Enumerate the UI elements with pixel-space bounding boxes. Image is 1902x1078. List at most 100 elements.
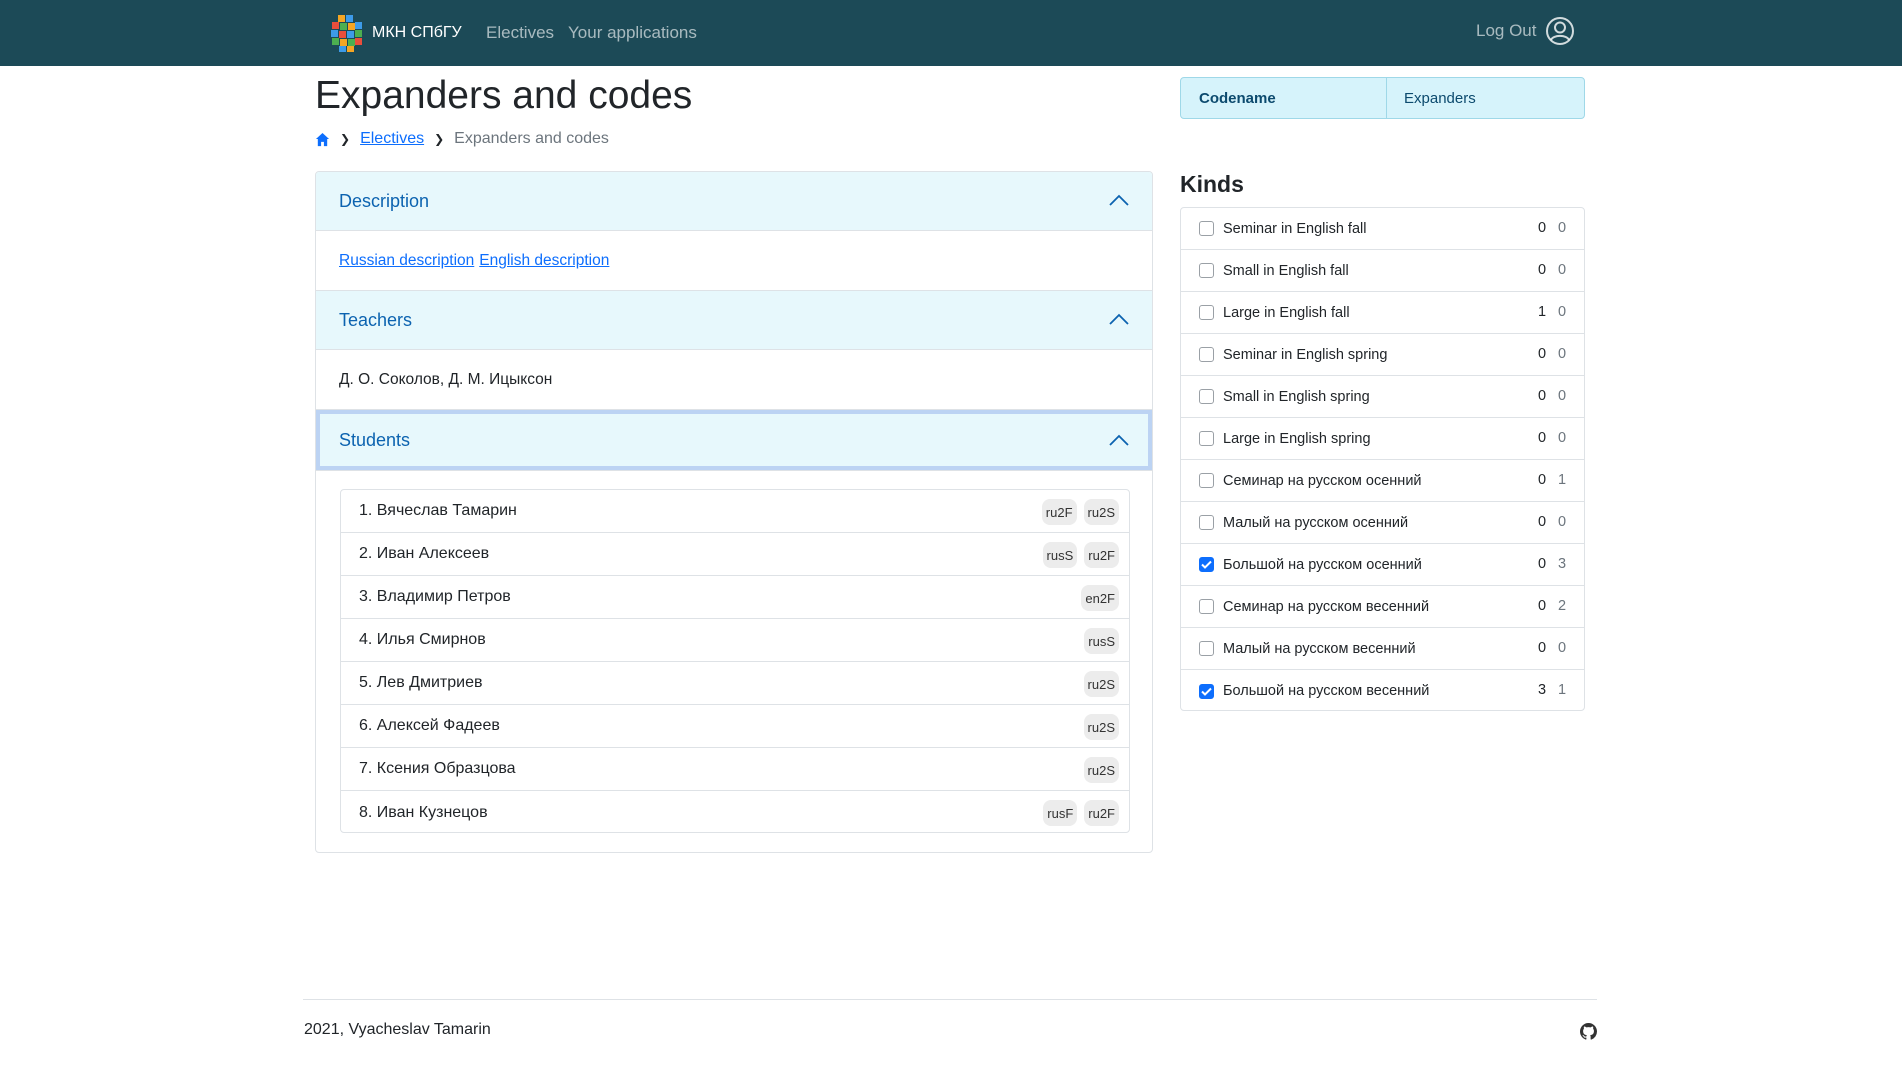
kind-label: Large in English spring: [1223, 430, 1371, 447]
student-name: 4. Илья Смирнов: [359, 631, 486, 648]
kind-count-primary: 0: [1538, 556, 1547, 572]
kind-checkbox[interactable]: [1199, 221, 1214, 236]
kind-row[interactable]: Large in English fall 1 0: [1181, 292, 1584, 334]
kind-badge: ru2S: [1083, 499, 1119, 525]
kind-checkbox[interactable]: [1199, 305, 1214, 320]
kind-count-primary: 0: [1538, 598, 1547, 614]
kind-badge: ru2F: [1041, 499, 1077, 525]
kind-row[interactable]: Семинар на русском осенний 0 1: [1181, 460, 1584, 502]
kind-badge: en2F: [1081, 585, 1119, 611]
kind-label: Большой на русском весенний: [1223, 683, 1430, 699]
logout-button[interactable]: Log Out: [1476, 16, 1575, 46]
kind-label: Small in English spring: [1223, 388, 1370, 405]
kind-checkbox[interactable]: [1199, 347, 1214, 362]
kind-count-secondary: 0: [1558, 304, 1567, 320]
codename-label: Codename: [1181, 78, 1387, 118]
kind-badge: rusS: [1084, 628, 1119, 654]
kind-row[interactable]: Large in English spring 0 0: [1181, 418, 1584, 460]
footer-copyright: 2021, Vyacheslav Tamarin: [304, 1021, 491, 1038]
chevron-up-icon: [1109, 194, 1129, 206]
teachers-accordion-header[interactable]: Teachers: [316, 291, 1152, 350]
kind-count-secondary: 1: [1558, 472, 1567, 488]
kind-row[interactable]: Малый на русском осенний 0 0: [1181, 502, 1584, 544]
kind-row[interactable]: Small in English spring 0 0: [1181, 376, 1584, 418]
kind-label: Seminar in English spring: [1223, 346, 1388, 363]
kind-row[interactable]: Большой на русском осенний 0 3: [1181, 544, 1584, 586]
student-badges: ru2F ru2S: [1041, 499, 1119, 525]
breadcrumb-electives-link[interactable]: Electives: [360, 130, 424, 148]
kind-badge: rusF: [1043, 800, 1078, 826]
kind-badge: rusS: [1042, 542, 1078, 568]
description-title: Description: [339, 190, 430, 211]
codename-value: Expanders: [1404, 89, 1476, 107]
nav-your-applications[interactable]: Your applications: [568, 23, 697, 43]
home-icon[interactable]: [315, 132, 330, 147]
student-name: 8. Иван Кузнецов: [359, 803, 488, 821]
checkmark-icon: [1201, 560, 1212, 569]
student-badges: ru2S: [1083, 671, 1119, 697]
breadcrumb-separator: ❯: [434, 132, 445, 146]
kind-row[interactable]: Seminar in English spring 0 0: [1181, 334, 1584, 376]
codename-table: Codename Expanders: [1180, 77, 1585, 119]
breadcrumb-separator: ❯: [340, 132, 351, 146]
brand-link[interactable]: МКН СПбГУ: [328, 13, 462, 53]
kind-checkbox[interactable]: [1199, 473, 1214, 488]
kind-row[interactable]: Small in English fall 0 0: [1181, 250, 1584, 292]
elective-accordion: Description Russian description English …: [315, 171, 1153, 853]
student-badges: ru2S: [1083, 714, 1119, 740]
kind-checkbox[interactable]: [1199, 431, 1214, 446]
english-description-link[interactable]: English description: [479, 252, 609, 270]
kind-count-primary: 0: [1538, 640, 1547, 656]
kind-label: Семинар на русском осенний: [1223, 472, 1422, 489]
kind-count-secondary: 0: [1558, 640, 1567, 656]
student-badges: rusS ru2F: [1042, 542, 1119, 568]
student-row: 5. Лев Дмитриев ru2S: [341, 662, 1129, 705]
kind-count-primary: 0: [1538, 388, 1547, 404]
brand-logo-icon: [331, 15, 362, 52]
kind-checkbox[interactable]: [1199, 683, 1214, 699]
kind-row[interactable]: Seminar in English fall 0 0: [1181, 208, 1584, 250]
kind-checkbox[interactable]: [1199, 515, 1214, 530]
student-row: 1. Вячеслав Тамарин ru2F ru2S: [341, 490, 1129, 533]
kind-count-secondary: 0: [1558, 262, 1567, 278]
kind-badge: ru2S: [1083, 714, 1119, 740]
kind-count-primary: 0: [1538, 346, 1547, 362]
description-accordion-header[interactable]: Description: [316, 172, 1152, 231]
kind-count-secondary: 0: [1558, 346, 1567, 362]
kind-checkbox[interactable]: [1199, 263, 1214, 278]
student-name: 1. Вячеслав Тамарин: [359, 502, 517, 519]
kind-count-primary: 0: [1538, 472, 1547, 488]
kind-badge: ru2S: [1083, 757, 1119, 783]
nav-electives[interactable]: Electives: [486, 23, 554, 43]
kind-checkbox[interactable]: [1199, 599, 1214, 614]
students-accordion-header[interactable]: Students: [316, 410, 1152, 471]
kind-count-secondary: 2: [1558, 598, 1567, 614]
kinds-heading: Kinds: [1180, 171, 1244, 197]
kind-count-secondary: 3: [1558, 556, 1567, 572]
kind-row[interactable]: Малый на русском весенний 0 0: [1181, 628, 1584, 670]
description-body: Russian description English description: [316, 231, 1152, 291]
russian-description-link[interactable]: Russian description: [339, 252, 474, 270]
kind-label: Small in English fall: [1223, 262, 1349, 279]
student-badges: rusF ru2F: [1043, 800, 1119, 826]
kind-label: Семинар на русском весенний: [1223, 598, 1430, 615]
kind-count-primary: 1: [1538, 304, 1547, 320]
breadcrumb-current: Expanders and codes: [454, 130, 609, 147]
teachers-list: Д. О. Соколов, Д. М. Ицыксон: [339, 370, 553, 388]
github-icon[interactable]: [1580, 1023, 1597, 1040]
kind-label: Большой на русском осенний: [1223, 556, 1422, 573]
user-avatar-icon: [1545, 17, 1574, 45]
student-name: 3. Владимир Петров: [359, 588, 511, 605]
kind-checkbox[interactable]: [1199, 557, 1214, 572]
student-row: 2. Иван Алексеев rusS ru2F: [341, 533, 1129, 576]
kind-row[interactable]: Большой на русском весенний 3 1: [1181, 670, 1584, 712]
checkmark-icon: [1201, 687, 1212, 696]
kind-count-primary: 3: [1538, 682, 1547, 698]
kind-row[interactable]: Семинар на русском весенний 0 2: [1181, 586, 1584, 628]
student-name: 6. Алексей Фадеев: [359, 717, 500, 734]
kind-count-secondary: 0: [1558, 514, 1567, 530]
kind-checkbox[interactable]: [1199, 641, 1214, 656]
logout-label: Log Out: [1476, 21, 1537, 40]
student-badges: rusS: [1084, 628, 1119, 654]
kind-checkbox[interactable]: [1199, 389, 1214, 404]
